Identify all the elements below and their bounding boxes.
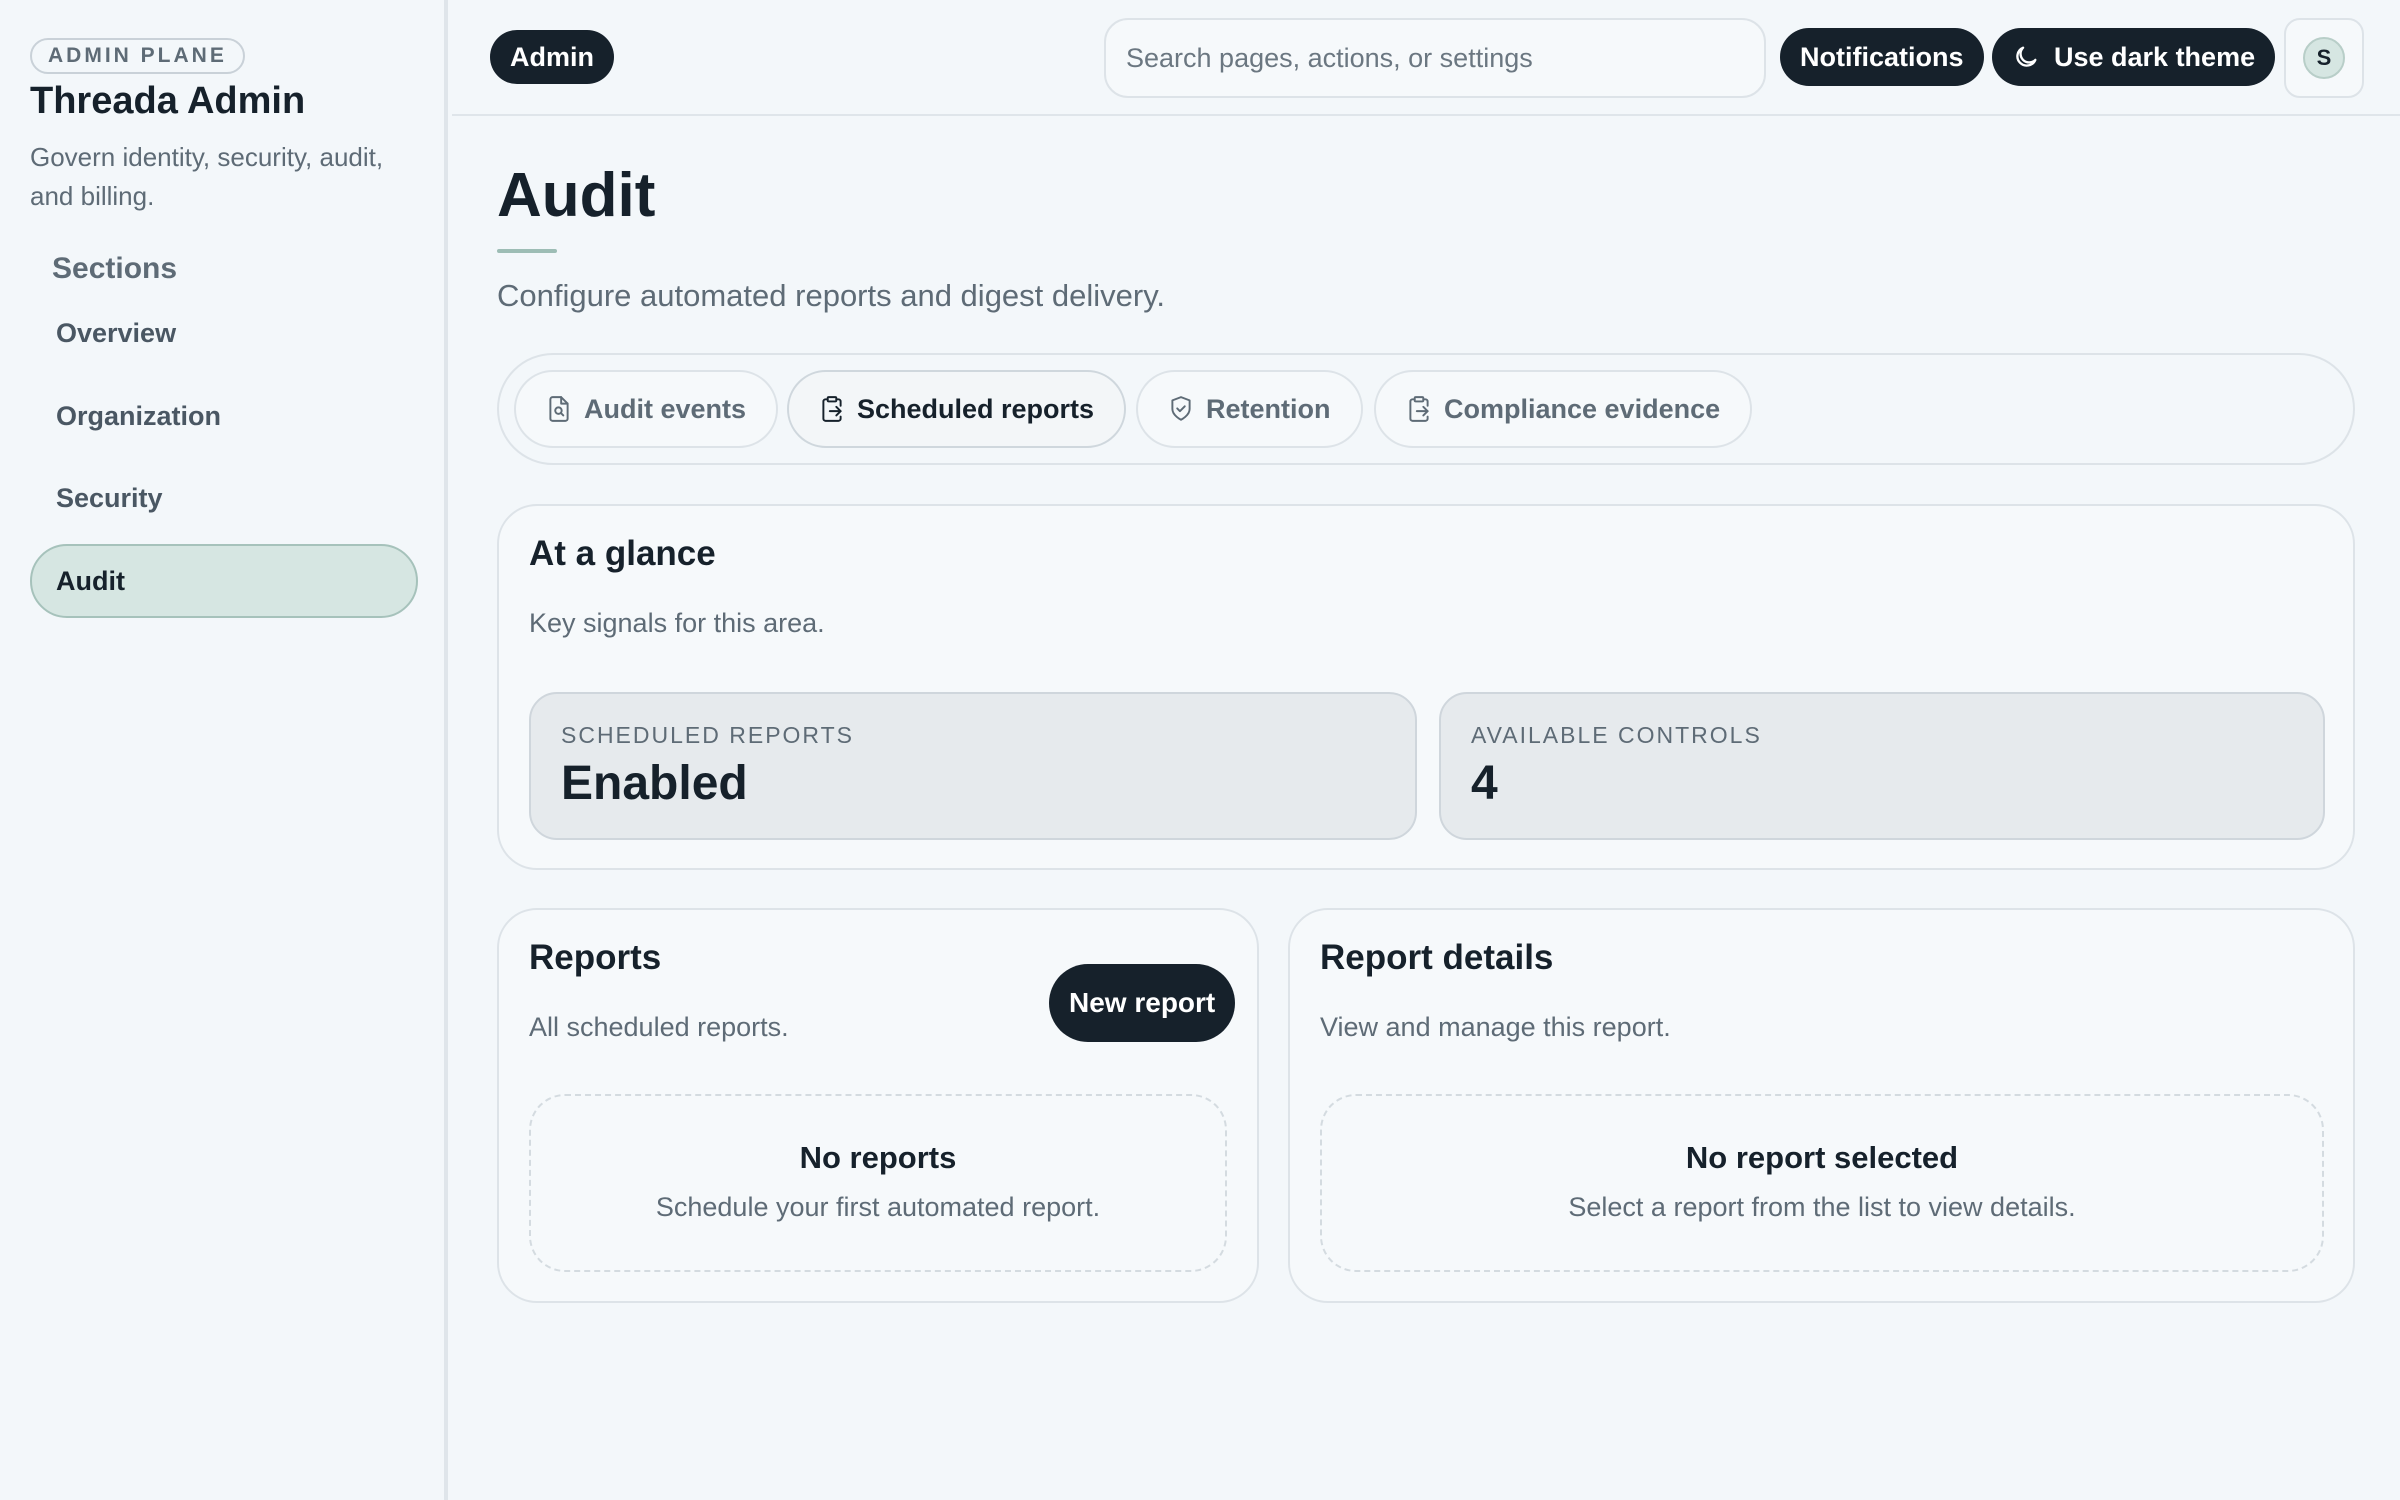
notifications-button[interactable]: Notifications	[1780, 28, 1984, 86]
admin-plane-badge: ADMIN PLANE	[30, 38, 245, 74]
empty-state-title: No report selected	[1685, 1140, 1959, 1175]
search-input[interactable]	[1104, 18, 1766, 98]
page-title: Audit	[497, 161, 656, 230]
app-description: Govern identity, security, audit, and bi…	[30, 142, 384, 211]
sidebar: ADMIN PLANE Threada Admin Govern identit…	[0, 0, 448, 1500]
admin-context-pill[interactable]: Admin	[490, 30, 614, 84]
stat-label: AVAILABLE CONTROLS	[1471, 722, 1762, 748]
account-menu-button[interactable]: S	[2284, 18, 2364, 98]
glance-title: At a glance	[529, 534, 716, 573]
shield-icon	[1168, 395, 1194, 423]
empty-state-title: No reports	[799, 1140, 957, 1175]
tab-label: Scheduled reports	[857, 393, 1095, 424]
avatar: S	[2303, 37, 2345, 79]
tab-label: Compliance evidence	[1444, 393, 1721, 424]
stat-scheduled-reports: SCHEDULED REPORTS Enabled	[529, 692, 1417, 840]
stat-value: Enabled	[561, 757, 748, 810]
dark-theme-button[interactable]: Use dark theme	[1992, 28, 2276, 86]
tab-label: Audit events	[584, 393, 747, 424]
report-details-card: Report details View and manage this repo…	[1288, 908, 2355, 1303]
tab-compliance-evidence[interactable]: Compliance evidence	[1374, 370, 1753, 448]
empty-state-description: Schedule your first automated report.	[655, 1192, 1101, 1222]
tab-audit-events[interactable]: Audit events	[514, 370, 779, 448]
empty-state-description: Select a report from the list to view de…	[1568, 1192, 2076, 1222]
top-bar: Admin Notifications Use dark theme S	[452, 0, 2400, 116]
document-search-icon	[546, 395, 572, 423]
at-a-glance-card: At a glance Key signals for this area. S…	[497, 504, 2355, 870]
tab-retention[interactable]: Retention	[1136, 370, 1363, 448]
clipboard-icon	[819, 395, 845, 423]
reports-description: All scheduled reports.	[529, 1012, 789, 1042]
report-details-description: View and manage this report.	[1320, 1012, 1671, 1042]
sidebar-item-audit[interactable]: Audit	[30, 544, 418, 618]
reports-card: Reports All scheduled reports. New repor…	[497, 908, 1259, 1303]
sidebar-item-security[interactable]: Security	[30, 461, 418, 535]
stat-available-controls: AVAILABLE CONTROLS 4	[1439, 692, 2325, 840]
sidebar-item-overview[interactable]: Overview	[30, 296, 418, 370]
glance-description: Key signals for this area.	[529, 608, 825, 638]
reports-empty-state: No reports Schedule your first automated…	[529, 1094, 1227, 1272]
app-title: Threada Admin	[30, 80, 306, 122]
dark-theme-label: Use dark theme	[2054, 42, 2256, 72]
section-tabs: Audit events Scheduled reports Retention…	[497, 353, 2355, 465]
title-underline	[497, 249, 557, 253]
tab-scheduled-reports[interactable]: Scheduled reports	[787, 370, 1127, 448]
reports-title: Reports	[529, 938, 662, 977]
clipboard-icon	[1406, 395, 1432, 423]
admin-app: ADMIN PLANE Threada Admin Govern identit…	[0, 0, 2400, 1500]
stat-label: SCHEDULED REPORTS	[561, 722, 855, 748]
sections-heading: Sections	[52, 252, 178, 285]
details-empty-state: No report selected Select a report from …	[1320, 1094, 2324, 1272]
stat-value: 4	[1471, 757, 1498, 810]
report-details-title: Report details	[1320, 938, 1554, 977]
new-report-button[interactable]: New report	[1049, 964, 1236, 1042]
sidebar-item-organization[interactable]: Organization	[30, 379, 418, 453]
tab-label: Retention	[1206, 393, 1331, 424]
moon-icon	[2012, 43, 2040, 71]
page-description: Configure automated reports and digest d…	[497, 278, 1166, 313]
